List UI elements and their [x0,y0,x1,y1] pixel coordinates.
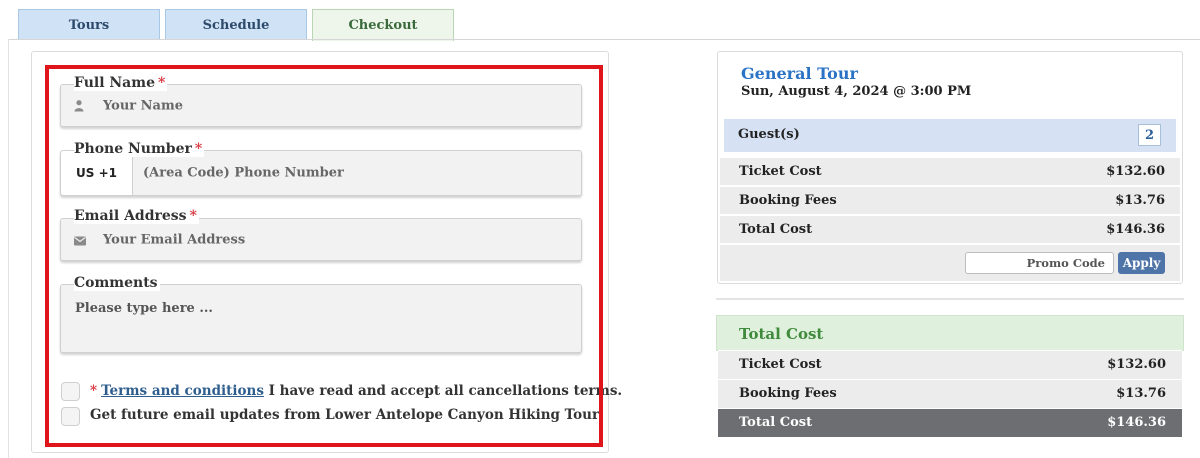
summary-row: Booking Fees $13.76 [720,186,1180,214]
required-marker: * [157,75,166,91]
user-icon [74,96,84,115]
full-name-placeholder: Your Name [103,98,183,113]
tab-schedule[interactable]: Schedule [165,9,307,40]
envelope-icon [74,230,86,249]
tab-checkout[interactable]: Checkout [312,9,454,41]
total-row: Ticket Cost $132.60 [718,350,1182,379]
terms-link[interactable]: Terms and conditions [101,383,264,399]
comments-textarea[interactable]: Please type here ... [60,284,582,353]
guests-bar: Guest(s) 2 [724,119,1176,152]
full-name-label: Full Name * [74,75,168,91]
country-code-selector[interactable]: US +1 [61,151,133,195]
summary-row: Ticket Cost $132.60 [720,157,1180,185]
email-input[interactable]: Your Email Address [60,218,582,261]
tab-tours[interactable]: Tours [18,9,160,40]
phone-placeholder: (Area Code) Phone Number [143,165,344,181]
comments-label: Comments [74,275,160,291]
total-row-grand: Total Cost $146.36 [718,408,1182,437]
required-marker: * [90,383,98,399]
guests-label: Guest(s) [738,127,800,142]
section-divider [716,298,1184,300]
tour-date: Sun, August 4, 2024 @ 3:00 PM [741,84,972,99]
email-updates-checkbox[interactable] [61,407,80,426]
required-marker: * [189,208,197,224]
total-cost-heading: Total Cost [739,325,824,343]
terms-text: * Terms and conditions I have read and ac… [90,383,623,399]
tab-underline [8,39,1200,40]
total-cost-header: Total Cost [716,315,1184,351]
total-row: Booking Fees $13.76 [718,379,1182,408]
summary-row: Total Cost $146.36 [720,215,1180,243]
promo-row: Promo Code Apply [720,244,1180,281]
apply-button[interactable]: Apply [1118,252,1165,274]
email-placeholder: Your Email Address [103,232,246,247]
promo-code-input[interactable]: Promo Code [965,252,1114,274]
content-border [8,39,9,458]
terms-checkbox[interactable] [61,382,80,401]
guests-count[interactable]: 2 [1138,124,1161,146]
phone-label: Phone Number * [74,141,205,157]
tour-title: General Tour [741,64,858,83]
comments-placeholder: Please type here ... [75,301,213,316]
required-marker: * [194,141,203,157]
email-label: Email Address * [74,208,199,224]
email-updates-text: Get future email updates from Lower Ante… [90,407,603,423]
